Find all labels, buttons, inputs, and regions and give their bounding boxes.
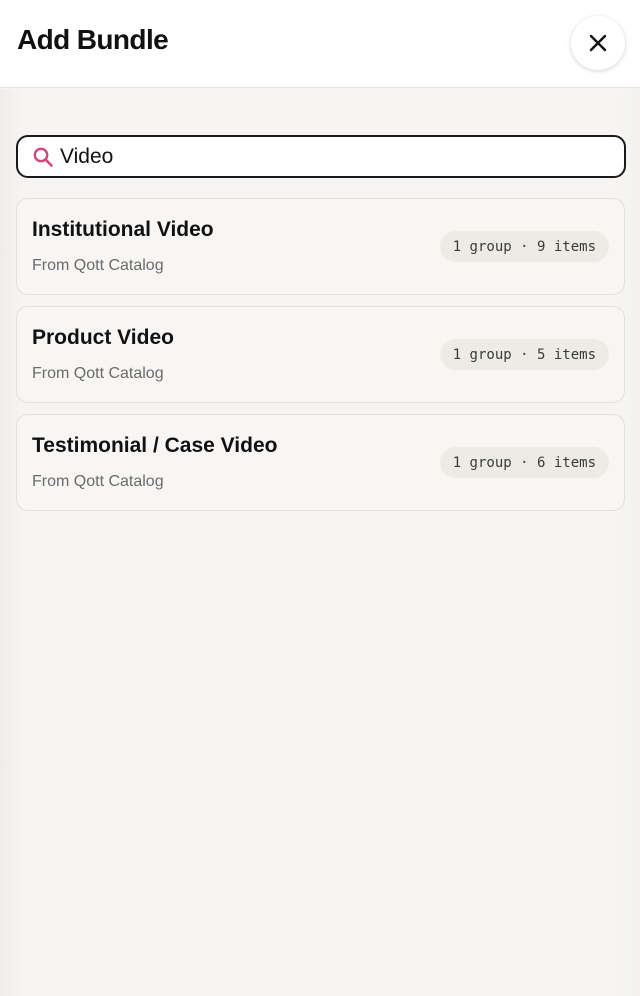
close-button[interactable]	[571, 16, 625, 70]
bundle-count-badge: 1 group · 5 items	[439, 339, 609, 370]
page-title: Add Bundle	[17, 24, 169, 55]
bundle-source: From Qott Catalog	[32, 365, 164, 382]
bundle-source: From Qott Catalog	[32, 257, 164, 274]
bundle-list: Institutional Video From Qott Catalog 1 …	[16, 198, 626, 522]
search-icon	[32, 146, 54, 168]
close-icon	[589, 34, 607, 52]
bundle-item[interactable]: Institutional Video From Qott Catalog 1 …	[16, 198, 625, 295]
modal-header: Add Bundle	[0, 0, 640, 88]
bundle-name: Testimonial / Case Video	[32, 434, 278, 457]
bundle-count-badge: 1 group · 6 items	[439, 447, 609, 478]
bundle-count-badge: 1 group · 9 items	[439, 231, 609, 262]
bundle-item[interactable]: Product Video From Qott Catalog 1 group …	[16, 306, 625, 403]
bundle-name: Product Video	[32, 326, 174, 349]
search-field[interactable]	[16, 135, 626, 178]
bundle-source: From Qott Catalog	[32, 473, 164, 490]
search-input[interactable]	[60, 144, 600, 169]
bundle-item[interactable]: Testimonial / Case Video From Qott Catal…	[16, 414, 625, 511]
bundle-name: Institutional Video	[32, 218, 214, 241]
